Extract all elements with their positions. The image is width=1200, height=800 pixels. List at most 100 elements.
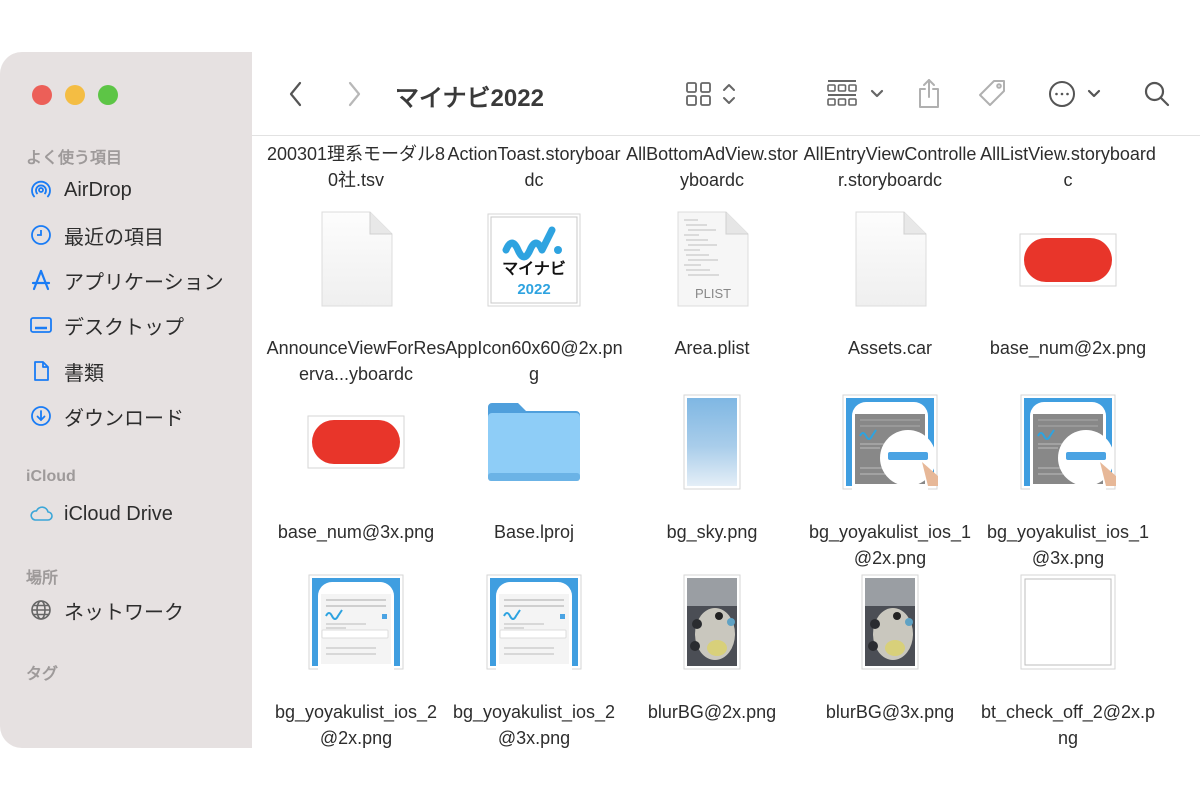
svg-text:2022: 2022 bbox=[517, 281, 550, 298]
search-icon bbox=[1144, 81, 1170, 107]
file-item[interactable]: AnnounceViewForReserva...yboardc bbox=[266, 205, 446, 387]
file-item[interactable]: bg_yoyakulist_ios_2@2x.png bbox=[266, 567, 446, 751]
group-button[interactable] bbox=[824, 52, 886, 136]
sidebar-item-label: AirDrop bbox=[64, 178, 132, 201]
sidebar-item-label: アプリケーション bbox=[64, 271, 224, 294]
group-icon bbox=[827, 80, 857, 106]
search-button[interactable] bbox=[1140, 52, 1174, 136]
file-name: blurBG@2x.png bbox=[647, 702, 777, 722]
sidebar-item-airdrop[interactable]: AirDrop bbox=[28, 175, 132, 205]
file-item[interactable]: blurBG@2x.png bbox=[622, 567, 802, 725]
file-item[interactable]: AllEntryViewController.storyboardc bbox=[800, 141, 980, 193]
back-button[interactable] bbox=[282, 52, 310, 136]
file-item[interactable]: bt_check_off_2@2x.png bbox=[978, 567, 1158, 751]
file-name: AllListView.storyboardc bbox=[980, 144, 1156, 190]
file-item[interactable]: bg_yoyakulist_ios_1@2x.png bbox=[800, 387, 980, 571]
file-name: AllEntryViewController.storyboardc bbox=[803, 144, 977, 190]
applications-icon bbox=[28, 267, 54, 293]
sidebar-section-tags: タグ bbox=[26, 666, 59, 683]
file-name: AppIcon60x60@2x.png bbox=[445, 338, 623, 384]
image-thumbnail bbox=[800, 387, 980, 497]
document-icon bbox=[28, 358, 54, 384]
image-thumbnail bbox=[266, 387, 446, 497]
globe-icon bbox=[28, 597, 54, 623]
share-button[interactable] bbox=[914, 52, 944, 136]
sidebar-item-documents[interactable]: 書類 bbox=[28, 356, 104, 386]
file-name: blurBG@3x.png bbox=[825, 702, 955, 722]
file-item[interactable]: base_num@3x.png bbox=[266, 387, 446, 545]
image-thumbnail bbox=[978, 205, 1158, 315]
sidebar-section-locations: 場所 bbox=[26, 570, 59, 587]
image-thumbnail bbox=[266, 567, 446, 677]
file-item[interactable]: bg_yoyakulist_ios_2@3x.png bbox=[444, 567, 624, 751]
file-item[interactable]: bg_yoyakulist_ios_1@3x.png bbox=[978, 387, 1158, 571]
sidebar-item-downloads[interactable]: ダウンロード bbox=[28, 401, 184, 431]
file-name: 200301理系モーダル80社.tsv bbox=[266, 144, 446, 190]
sidebar-item-label: iCloud Drive bbox=[64, 502, 173, 525]
file-item[interactable]: base_num@2x.png bbox=[978, 205, 1158, 361]
close-button[interactable] bbox=[32, 85, 52, 105]
image-thumbnail bbox=[622, 387, 802, 497]
file-item[interactable]: Assets.car bbox=[800, 205, 980, 361]
image-thumbnail bbox=[444, 567, 624, 677]
cloud-icon bbox=[28, 501, 54, 527]
file-name: AllBottomAdView.storyboardc bbox=[626, 144, 798, 190]
plist-badge: PLIST bbox=[695, 286, 731, 301]
sidebar-item-label: ネットワーク bbox=[64, 601, 184, 624]
sidebar-item-desktop[interactable]: デスクトップ bbox=[28, 310, 184, 340]
document-icon bbox=[266, 205, 446, 315]
chevron-updown-icon bbox=[723, 84, 735, 104]
image-thumbnail bbox=[978, 567, 1158, 677]
sidebar-item-icloud-drive[interactable]: iCloud Drive bbox=[28, 499, 173, 529]
file-name: bg_yoyakulist_ios_1@2x.png bbox=[808, 522, 972, 568]
file-item[interactable]: 200301理系モーダル80社.tsv bbox=[266, 141, 446, 193]
file-item[interactable]: PLIST Area.plist bbox=[622, 205, 802, 361]
more-button[interactable] bbox=[1042, 52, 1106, 136]
chevron-down-icon bbox=[870, 89, 884, 98]
file-item[interactable]: AllListView.storyboardc bbox=[978, 141, 1158, 193]
sidebar-item-applications[interactable]: アプリケーション bbox=[28, 265, 224, 295]
clock-icon bbox=[28, 222, 54, 248]
view-mode-button[interactable] bbox=[680, 52, 742, 136]
sidebar-item-label: デスクトップ bbox=[64, 316, 184, 339]
image-thumbnail bbox=[800, 567, 980, 677]
sidebar: よく使う項目 AirDrop 最近の項目 アプリケーション デスクトップ 書類 … bbox=[0, 52, 252, 748]
file-name: bg_sky.png bbox=[666, 522, 758, 542]
minimize-button[interactable] bbox=[65, 85, 85, 105]
tag-button[interactable] bbox=[974, 52, 1010, 136]
sidebar-item-label: ダウンロード bbox=[64, 407, 184, 430]
forward-icon bbox=[348, 81, 361, 107]
file-item[interactable]: マイナビ 2022 AppIcon60x60@2x.png bbox=[444, 205, 624, 387]
window-controls bbox=[32, 85, 118, 105]
file-name: base_num@3x.png bbox=[277, 522, 435, 542]
tag-icon bbox=[979, 80, 1005, 106]
sidebar-item-recents[interactable]: 最近の項目 bbox=[28, 220, 164, 250]
file-item[interactable]: ActionToast.storyboardc bbox=[444, 141, 624, 193]
file-name: bt_check_off_2@2x.png bbox=[980, 702, 1156, 748]
maximize-button[interactable] bbox=[98, 85, 118, 105]
desktop-icon bbox=[28, 312, 54, 338]
file-item[interactable]: bg_sky.png bbox=[622, 387, 802, 545]
chevron-down-icon bbox=[1087, 89, 1101, 98]
document-icon bbox=[800, 205, 980, 315]
forward-button[interactable] bbox=[340, 52, 368, 136]
document-icon: PLIST bbox=[622, 205, 802, 315]
file-name: bg_yoyakulist_ios_1@3x.png bbox=[986, 522, 1150, 568]
toolbar: マイナビ2022 bbox=[252, 52, 1200, 136]
sidebar-item-label: 最近の項目 bbox=[64, 226, 164, 249]
file-item[interactable]: blurBG@3x.png bbox=[800, 567, 980, 725]
file-name: bg_yoyakulist_ios_2@2x.png bbox=[274, 702, 438, 748]
file-name: bg_yoyakulist_ios_2@3x.png bbox=[452, 702, 616, 748]
image-thumbnail: マイナビ 2022 bbox=[444, 205, 624, 315]
download-icon bbox=[28, 403, 54, 429]
svg-text:マイナビ: マイナビ bbox=[502, 259, 566, 278]
file-item[interactable]: Base.lproj bbox=[444, 387, 624, 545]
file-name: Assets.car bbox=[847, 338, 933, 358]
sidebar-section-icloud: iCloud bbox=[26, 468, 76, 485]
file-name: ActionToast.storyboardc bbox=[447, 144, 621, 190]
image-thumbnail bbox=[978, 387, 1158, 497]
sidebar-item-network[interactable]: ネットワーク bbox=[28, 595, 184, 625]
file-item[interactable]: AllBottomAdView.storyboardc bbox=[622, 141, 802, 193]
sidebar-item-label: 書類 bbox=[64, 362, 104, 385]
back-icon bbox=[289, 81, 302, 107]
